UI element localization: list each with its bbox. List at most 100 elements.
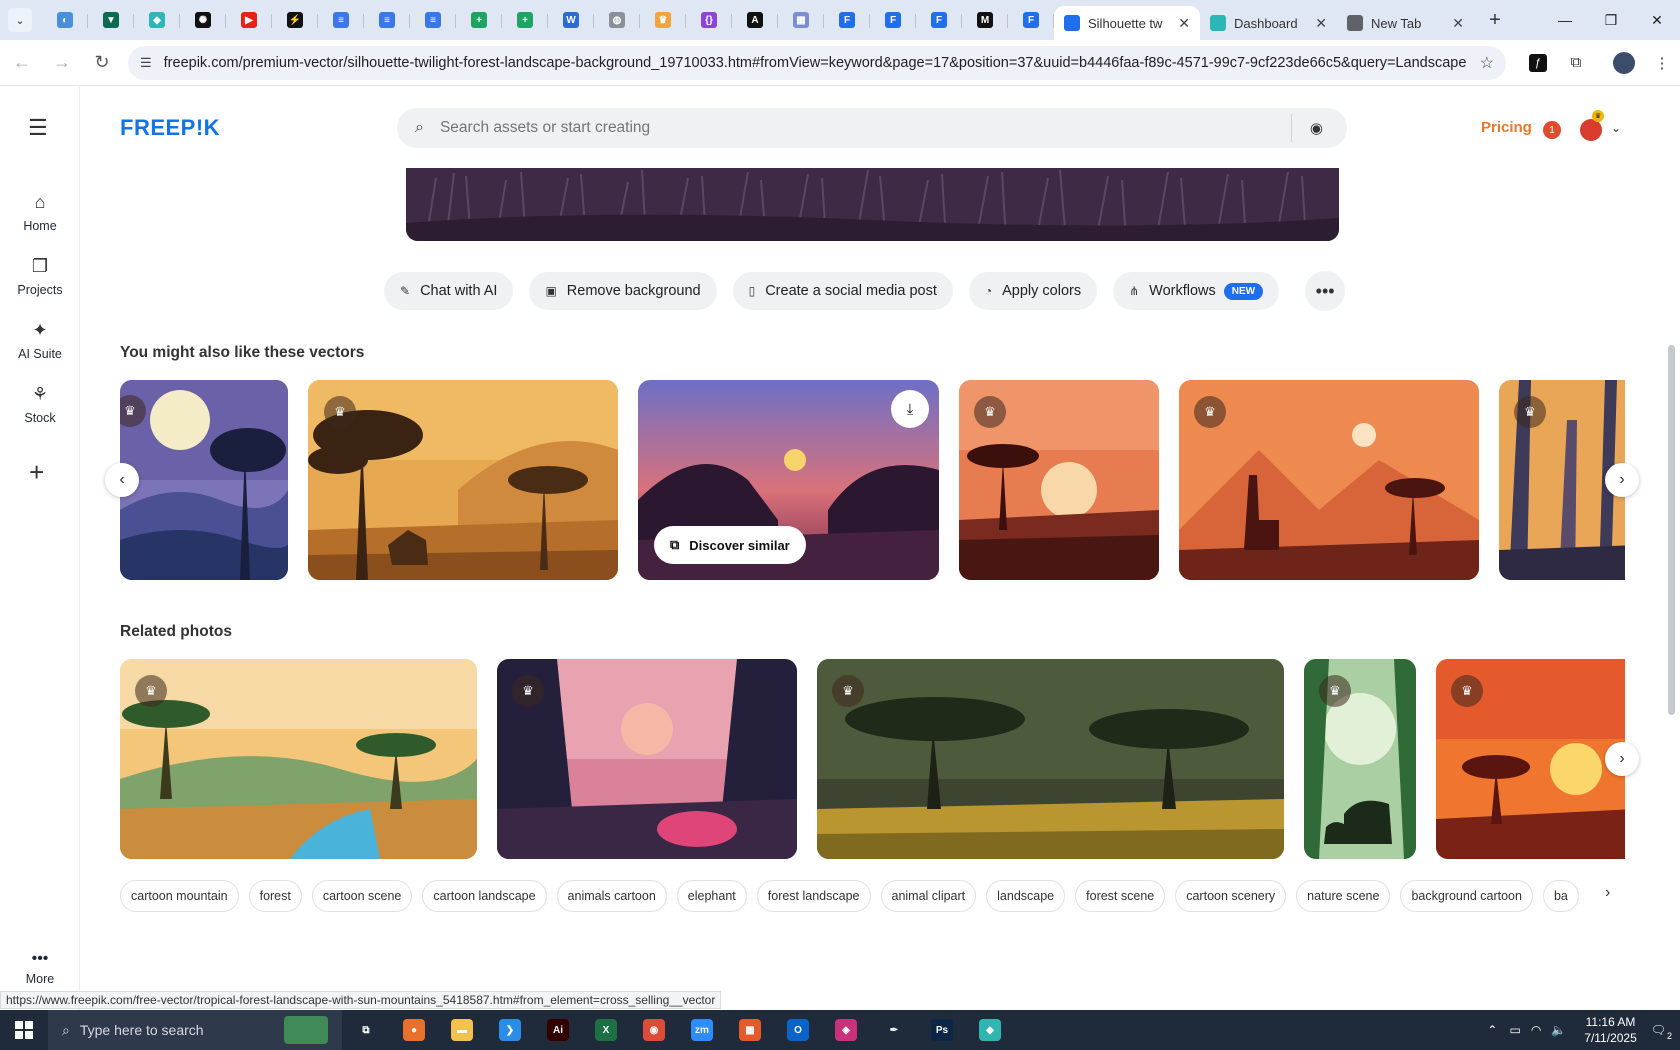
pinned-tab[interactable]: + xyxy=(456,4,502,36)
vector-card-hovered[interactable]: ⤓ ⧉ Discover similar xyxy=(638,380,939,580)
rail-item-ai-suite[interactable]: ✦ AI Suite xyxy=(0,320,80,361)
pricing-link[interactable]: Pricing xyxy=(1481,119,1532,136)
main-image[interactable] xyxy=(406,168,1339,241)
remove-background-button[interactable]: ▣ Remove background xyxy=(529,272,717,310)
tab-active[interactable]: Silhouette tw ✕ xyxy=(1054,6,1200,40)
taskbar-app[interactable]: ⧉ xyxy=(342,1010,390,1050)
clock[interactable]: 11:16 AM 7/11/2025 xyxy=(1584,1014,1637,1046)
discover-similar-button[interactable]: ⧉ Discover similar xyxy=(654,526,806,564)
pinned-tab[interactable]: M xyxy=(962,4,1008,36)
carousel-prev-arrow[interactable]: ‹ xyxy=(105,463,139,497)
photo-card[interactable]: ♛ xyxy=(1436,659,1625,859)
more-options-icon[interactable]: ••• xyxy=(1305,271,1346,311)
hamburger-menu-icon[interactable]: ☰ xyxy=(28,115,48,141)
pinned-tab[interactable]: ▼ xyxy=(88,4,134,36)
taskbar-search[interactable]: ⌕ Type here to search xyxy=(48,1010,342,1050)
url-text[interactable]: freepik.com/premium-vector/silhouette-tw… xyxy=(164,55,1480,71)
vector-card[interactable]: ♛ xyxy=(120,380,288,580)
taskbar-app[interactable]: ◆ xyxy=(966,1010,1014,1050)
taskbar-app[interactable]: ◈ xyxy=(822,1010,870,1050)
pinned-tab[interactable]: ◍ xyxy=(594,4,640,36)
site-info-icon[interactable]: ☰ xyxy=(140,55,152,71)
tab-close-icon[interactable]: ✕ xyxy=(1178,15,1190,32)
taskbar-app[interactable]: ▦ xyxy=(726,1010,774,1050)
pinned-tab[interactable]: {} xyxy=(686,4,732,36)
tags-next-arrow[interactable]: › xyxy=(1605,884,1610,902)
tag-chip[interactable]: forest xyxy=(248,880,302,912)
back-icon[interactable]: ← xyxy=(4,45,40,81)
download-icon[interactable]: ⤓ xyxy=(891,390,929,428)
extension-f-icon[interactable]: ƒ xyxy=(1520,45,1556,81)
tag-chip[interactable]: cartoon scenery xyxy=(1175,880,1287,912)
add-icon[interactable]: + xyxy=(29,457,44,488)
tab-close-icon[interactable]: ✕ xyxy=(1452,15,1464,32)
volume-icon[interactable]: 🔈 xyxy=(1551,1023,1566,1037)
pinned-tab[interactable]: ▶ xyxy=(226,4,272,36)
pinned-tab[interactable]: ✺ xyxy=(180,4,226,36)
tag-chip[interactable]: cartoon scene xyxy=(311,880,413,912)
pinned-tab[interactable]: A xyxy=(732,4,778,36)
rail-item-projects[interactable]: ❐ Projects xyxy=(0,256,80,297)
vector-card[interactable]: ♛ xyxy=(959,380,1159,580)
pinned-tab[interactable]: F xyxy=(916,4,962,36)
tag-chip[interactable]: ba xyxy=(1542,880,1579,912)
taskbar-app[interactable]: ❯ xyxy=(486,1010,534,1050)
tag-chip[interactable]: animal clipart xyxy=(880,880,977,912)
taskbar-app[interactable]: zm xyxy=(678,1010,726,1050)
taskbar-app[interactable]: ◉ xyxy=(630,1010,678,1050)
tag-chip[interactable]: background cartoon xyxy=(1400,880,1533,912)
bookmark-star-icon[interactable]: ☆ xyxy=(1480,53,1494,73)
pinned-tab[interactable]: ▦ xyxy=(778,4,824,36)
show-hidden-icons[interactable]: ⌃ xyxy=(1487,1023,1497,1037)
pinned-tab[interactable]: F xyxy=(1008,4,1054,36)
tab[interactable]: New Tab ✕ xyxy=(1337,6,1474,40)
taskbar-app[interactable]: ✒ xyxy=(870,1010,918,1050)
photos-next-arrow[interactable]: › xyxy=(1605,742,1639,776)
rail-item-stock[interactable]: ⚘ Stock xyxy=(0,384,80,425)
tag-chip[interactable]: animals cartoon xyxy=(556,880,667,912)
tag-chip[interactable]: nature scene xyxy=(1296,880,1391,912)
user-avatar[interactable] xyxy=(1580,119,1602,141)
taskbar-app[interactable]: X xyxy=(582,1010,630,1050)
notification-badge[interactable]: 1 xyxy=(1543,121,1561,139)
pinned-tab[interactable]: F xyxy=(824,4,870,36)
search-input[interactable] xyxy=(439,119,1291,137)
taskbar-app[interactable]: O xyxy=(774,1010,822,1050)
freepik-logo[interactable]: FREEP!K xyxy=(120,115,220,141)
taskbar-app[interactable]: Ai xyxy=(534,1010,582,1050)
carousel-next-arrow[interactable]: › xyxy=(1605,463,1639,497)
tab-close-icon[interactable]: ✕ xyxy=(1315,15,1327,32)
tag-chip[interactable]: elephant xyxy=(676,880,747,912)
pinned-tab[interactable]: ≡ xyxy=(364,4,410,36)
forward-icon[interactable]: → xyxy=(44,45,80,81)
pinned-tab[interactable]: ♛ xyxy=(640,4,686,36)
tag-chip[interactable]: forest scene xyxy=(1075,880,1166,912)
photo-card[interactable]: ♛ xyxy=(1304,659,1416,859)
chevron-down-icon[interactable]: ⌄ xyxy=(1611,121,1621,135)
taskbar-app[interactable]: ● xyxy=(390,1010,438,1050)
taskbar-app[interactable]: Ps xyxy=(918,1010,966,1050)
tag-chip[interactable]: cartoon mountain xyxy=(120,880,239,912)
vector-card[interactable]: ♛ xyxy=(308,380,618,580)
rail-more[interactable]: ••• More xyxy=(0,950,80,986)
photo-card[interactable]: ♛ xyxy=(497,659,797,859)
chat-with-ai-button[interactable]: ✎ Chat with AI xyxy=(384,272,514,310)
page-scrollbar[interactable] xyxy=(1668,345,1675,715)
pinned-tab[interactable]: ≡ xyxy=(410,4,456,36)
tag-chip[interactable]: landscape xyxy=(986,880,1066,912)
extensions-puzzle-icon[interactable]: ⧉ xyxy=(1558,45,1594,81)
create-a-social-media-post-button[interactable]: ▯ Create a social media post xyxy=(732,272,953,310)
photo-card[interactable]: ♛ xyxy=(120,659,477,859)
address-bar[interactable]: ☰ freepik.com/premium-vector/silhouette-… xyxy=(128,45,1506,80)
pinned-tab[interactable]: ◐ xyxy=(42,4,88,36)
taskbar-app[interactable]: ▬ xyxy=(438,1010,486,1050)
minimize-icon[interactable]: — xyxy=(1542,0,1588,40)
workflows-button[interactable]: ⋔ Workflows NEW xyxy=(1113,272,1280,310)
rail-item-home[interactable]: ⌂ Home xyxy=(0,192,80,233)
wifi-icon[interactable]: ◠ xyxy=(1531,1023,1541,1037)
apply-colors-button[interactable]: ◔ Apply colors xyxy=(968,272,1098,310)
network-icon[interactable]: ▭ xyxy=(1509,1023,1520,1037)
reload-icon[interactable]: ↻ xyxy=(84,45,120,81)
restore-icon[interactable]: ❐ xyxy=(1588,0,1634,40)
pinned-tab[interactable]: ⚡ xyxy=(272,4,318,36)
